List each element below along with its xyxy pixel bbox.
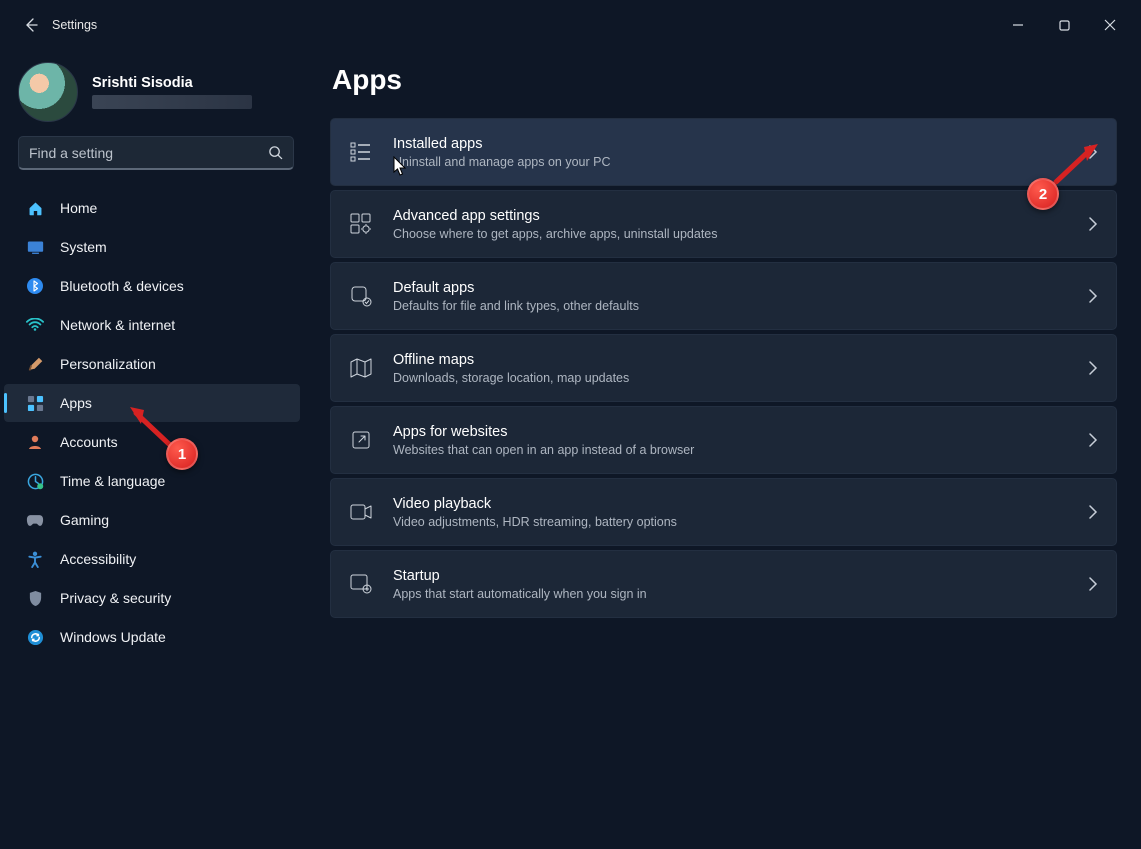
system-icon <box>26 238 44 256</box>
sidebar-item-label: Accounts <box>60 434 118 450</box>
search-box[interactable] <box>18 136 294 170</box>
card-title: Startup <box>393 568 647 584</box>
gamepad-icon <box>26 511 44 529</box>
video-icon <box>347 504 375 520</box>
minimize-icon <box>1012 19 1024 31</box>
chevron-right-icon <box>1088 361 1098 375</box>
arrow-left-icon <box>23 17 39 33</box>
back-button[interactable] <box>14 8 48 42</box>
sidebar-item-label: Network & internet <box>60 317 175 333</box>
maximize-button[interactable] <box>1041 9 1087 41</box>
list-icon <box>347 142 375 162</box>
sidebar-item-label: Home <box>60 200 97 216</box>
clock-globe-icon <box>26 472 44 490</box>
window-controls <box>995 9 1133 41</box>
sidebar-item-privacy[interactable]: Privacy & security <box>4 579 300 617</box>
chevron-right-icon <box>1088 145 1098 159</box>
apps-gear-icon <box>347 213 375 235</box>
sidebar-item-label: Gaming <box>60 512 109 528</box>
chevron-right-icon <box>1088 433 1098 447</box>
sidebar-item-home[interactable]: Home <box>4 189 300 227</box>
annotation-badge-2: 2 <box>1027 178 1059 210</box>
card-default-apps[interactable]: Default apps Defaults for file and link … <box>330 262 1117 330</box>
chevron-right-icon <box>1088 289 1098 303</box>
card-title: Default apps <box>393 280 639 296</box>
person-icon <box>26 433 44 451</box>
chevron-right-icon <box>1088 217 1098 231</box>
card-advanced-app-settings[interactable]: Advanced app settings Choose where to ge… <box>330 190 1117 258</box>
card-installed-apps[interactable]: Installed apps Uninstall and manage apps… <box>330 118 1117 186</box>
sidebar-item-time-language[interactable]: Time & language <box>4 462 300 500</box>
card-title: Offline maps <box>393 352 629 368</box>
close-icon <box>1104 19 1116 31</box>
home-icon <box>26 199 44 217</box>
card-offline-maps[interactable]: Offline maps Downloads, storage location… <box>330 334 1117 402</box>
card-desc: Defaults for file and link types, other … <box>393 299 639 313</box>
sidebar-item-network[interactable]: Network & internet <box>4 306 300 344</box>
titlebar: Settings <box>0 0 1141 50</box>
sidebar-item-label: Privacy & security <box>60 590 171 606</box>
card-title: Advanced app settings <box>393 208 718 224</box>
search-input[interactable] <box>29 145 268 161</box>
user-name: Srishti Sisodia <box>92 75 252 91</box>
card-desc: Uninstall and manage apps on your PC <box>393 155 611 169</box>
open-external-icon <box>347 430 375 450</box>
sidebar-item-gaming[interactable]: Gaming <box>4 501 300 539</box>
maximize-icon <box>1059 20 1070 31</box>
sidebar-item-label: Apps <box>60 395 92 411</box>
card-title: Video playback <box>393 496 677 512</box>
sidebar-item-accounts[interactable]: Accounts <box>4 423 300 461</box>
sidebar-item-label: System <box>60 239 107 255</box>
search-icon <box>268 145 283 160</box>
sidebar-item-personalization[interactable]: Personalization <box>4 345 300 383</box>
profile-block[interactable]: Srishti Sisodia <box>0 62 312 136</box>
sidebar: Srishti Sisodia Home System <box>0 50 312 849</box>
page-title: Apps <box>332 64 1117 96</box>
sidebar-item-label: Bluetooth & devices <box>60 278 184 294</box>
card-title: Installed apps <box>393 136 611 152</box>
card-desc: Video adjustments, HDR streaming, batter… <box>393 515 677 529</box>
sidebar-item-apps[interactable]: Apps <box>4 384 300 422</box>
card-desc: Websites that can open in an app instead… <box>393 443 694 457</box>
close-button[interactable] <box>1087 9 1133 41</box>
chevron-right-icon <box>1088 577 1098 591</box>
sidebar-item-label: Accessibility <box>60 551 136 567</box>
sidebar-item-accessibility[interactable]: Accessibility <box>4 540 300 578</box>
user-email-redacted <box>92 95 252 109</box>
sidebar-item-label: Time & language <box>60 473 165 489</box>
shield-icon <box>26 589 44 607</box>
card-desc: Apps that start automatically when you s… <box>393 587 647 601</box>
sidebar-item-windows-update[interactable]: Windows Update <box>4 618 300 656</box>
avatar <box>18 62 78 122</box>
wifi-icon <box>26 316 44 334</box>
sidebar-item-bluetooth[interactable]: Bluetooth & devices <box>4 267 300 305</box>
accessibility-icon <box>26 550 44 568</box>
paintbrush-icon <box>26 355 44 373</box>
card-desc: Downloads, storage location, map updates <box>393 371 629 385</box>
sidebar-item-label: Windows Update <box>60 629 166 645</box>
startup-icon <box>347 574 375 594</box>
minimize-button[interactable] <box>995 9 1041 41</box>
card-apps-for-websites[interactable]: Apps for websites Websites that can open… <box>330 406 1117 474</box>
card-startup[interactable]: Startup Apps that start automatically wh… <box>330 550 1117 618</box>
update-icon <box>26 628 44 646</box>
main-content: Apps Installed apps Uninstall and manage… <box>312 50 1141 849</box>
annotation-badge-1: 1 <box>166 438 198 470</box>
nav-list: Home System Bluetooth & devices Network … <box>0 184 312 656</box>
chevron-right-icon <box>1088 505 1098 519</box>
window-title: Settings <box>52 18 97 32</box>
map-icon <box>347 358 375 378</box>
card-desc: Choose where to get apps, archive apps, … <box>393 227 718 241</box>
default-apps-icon <box>347 285 375 307</box>
card-video-playback[interactable]: Video playback Video adjustments, HDR st… <box>330 478 1117 546</box>
sidebar-item-system[interactable]: System <box>4 228 300 266</box>
card-title: Apps for websites <box>393 424 694 440</box>
sidebar-item-label: Personalization <box>60 356 156 372</box>
apps-icon <box>26 394 44 412</box>
bluetooth-icon <box>26 277 44 295</box>
